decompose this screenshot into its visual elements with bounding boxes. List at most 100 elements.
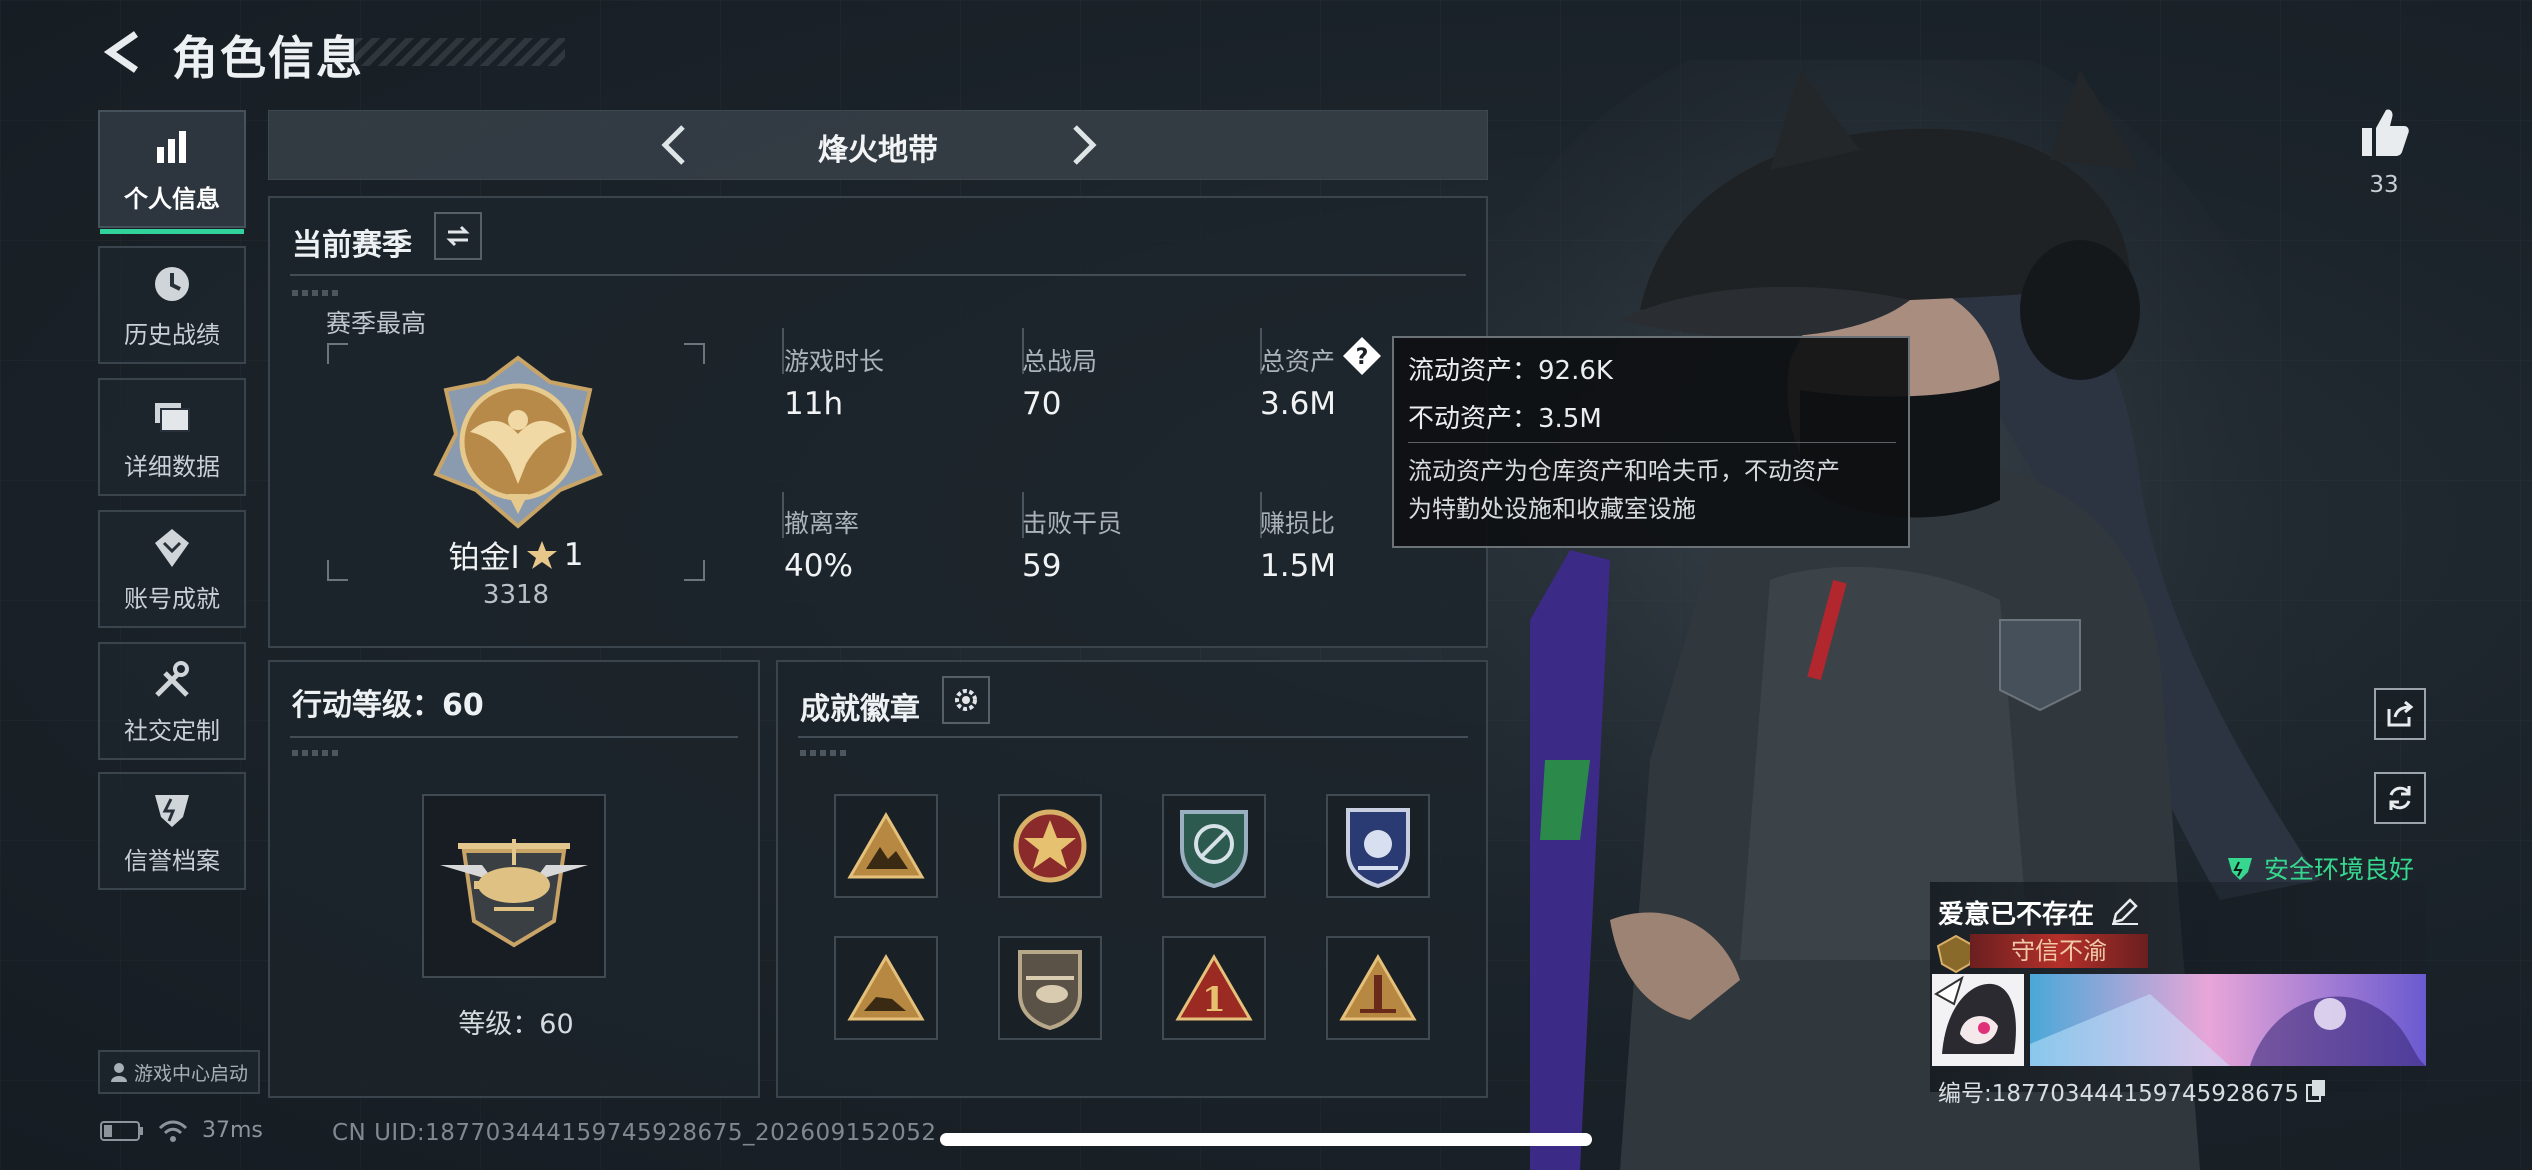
player-id-row: 编号:187703444159745928675 [1938, 1074, 2327, 1108]
achievement-badge[interactable] [1326, 936, 1430, 1040]
achievements-panel: 成就徽章 1 [776, 660, 1488, 1098]
rank-name-row: 铂金Ⅰ 1 [326, 532, 706, 577]
battery-icon [100, 1120, 143, 1141]
stat-label-playtime: 游戏时长 [784, 347, 885, 376]
decoration [800, 750, 850, 756]
sidebar-item-label: 信誉档案 [124, 846, 220, 875]
uid-text: CN UID:18770344415974592867​5_2026091520… [332, 1120, 937, 1146]
edit-icon[interactable] [2110, 896, 2140, 926]
sidebar-item-detailed-data[interactable]: 详细数据 [98, 378, 246, 496]
divider [798, 736, 1468, 738]
level-panel: 行动等级：60 等级：60 [268, 660, 760, 1098]
tooltip-note-line2: 为特勤处设施和收藏室设施 [1408, 495, 1696, 523]
achievement-icon [155, 528, 189, 567]
player-name: 爱意已不存在 [1938, 900, 2095, 930]
svg-text:1: 1 [1202, 980, 1226, 1020]
game-center-button[interactable]: 游戏中心启动 [98, 1050, 260, 1094]
tooltip-note-line1: 流动资产为仓库资产和哈夫币，不动资产 [1408, 457, 1840, 485]
rank-name: 铂金Ⅰ [448, 540, 520, 576]
help-icon[interactable]: ? [1342, 336, 1382, 376]
stat-value-profit-ratio: 1.5M [1260, 548, 1337, 584]
achievement-badge[interactable] [834, 794, 938, 898]
next-mode-arrow-icon[interactable] [1059, 121, 1107, 169]
tooltip-divider [1408, 442, 1896, 443]
avatar[interactable] [1932, 974, 2024, 1066]
copy-icon[interactable] [2305, 1079, 2327, 1103]
divider [290, 274, 1466, 276]
assets-tooltip: 流动资产：92.6K 不动资产：3.5M 流动资产为仓库资产和哈夫币，不动资产 … [1392, 336, 1910, 548]
sidebar-item-history[interactable]: 历史战绩 [98, 246, 246, 364]
season-best-label: 赛季最高 [326, 309, 427, 338]
safe-shield-icon [2228, 858, 2252, 880]
triangle-tower-badge-icon [1339, 954, 1417, 1021]
sidebar-item-label: 账号成就 [124, 584, 220, 613]
sidebar-item-reputation[interactable]: 信誉档案 [98, 772, 246, 890]
stat-label-profit-ratio: 赚损比 [1260, 509, 1336, 538]
helicopter-badge-icon [1018, 950, 1082, 1030]
game-center-label: 游戏中心启动 [133, 1062, 248, 1085]
achievements-settings-button[interactable] [942, 676, 990, 724]
achievement-badge[interactable] [1162, 794, 1266, 898]
share-icon [2387, 700, 2414, 727]
stat-label-total-assets: 总资产 [1260, 347, 1336, 376]
rank-points: 3318 [482, 580, 550, 610]
switch-arrows-icon [446, 225, 470, 247]
player-banner[interactable] [2030, 974, 2426, 1066]
decoration [292, 750, 342, 756]
folder-icon [155, 402, 190, 432]
mode-title: 烽火地带 [818, 133, 938, 168]
stat-value-total-assets: 3.6M [1260, 386, 1337, 422]
triangle-rock-badge-icon [847, 954, 925, 1021]
security-status: 安全环境良好 [2226, 850, 2414, 886]
title-decoration [355, 38, 565, 66]
status-bar: 37ms [100, 1118, 263, 1143]
back-arrow-icon[interactable] [100, 28, 148, 76]
tooltip-liquid-assets: 流动资产：92.6K [1408, 356, 1613, 386]
wifi-icon [158, 1120, 188, 1142]
season-panel: 当前赛季 赛季最高 铂金Ⅰ 1 3318 游戏时长 11h 总战局 70 总资产… [268, 196, 1488, 648]
sidebar-item-social[interactable]: 社交定制 [98, 642, 246, 760]
tooltip-fixed-assets: 不动资产：3.5M [1408, 404, 1602, 434]
stat-value-playtime: 11h [784, 386, 844, 422]
share-button[interactable] [2374, 688, 2426, 740]
triangle-one-badge-icon: 1 [1175, 954, 1253, 1021]
achievement-badge[interactable] [998, 936, 1102, 1040]
user-icon [110, 1063, 127, 1082]
blue-shield-badge-icon [1346, 808, 1410, 888]
refresh-button[interactable] [2374, 772, 2426, 824]
sidebar-item-label: 社交定制 [124, 716, 220, 745]
player-tag: 守信不渝 [1970, 934, 2148, 968]
level-emblem-frame [422, 794, 606, 978]
bar-chart-icon [157, 130, 186, 163]
achievement-badge[interactable] [1326, 794, 1430, 898]
season-switch-button[interactable] [434, 212, 482, 260]
thumbs-up-icon[interactable] [2356, 104, 2412, 160]
player-id: 编号:187703444159745928675 [1938, 1081, 2300, 1107]
achievement-badge[interactable] [834, 936, 938, 1040]
achievement-badge[interactable] [998, 794, 1102, 898]
home-indicator[interactable] [940, 1133, 1592, 1146]
ping-value: 37ms [202, 1118, 263, 1143]
level-label: 等级：60 [458, 1009, 574, 1040]
sidebar-item-label: 历史战绩 [124, 320, 220, 349]
stat-value-extract-rate: 40% [784, 548, 853, 584]
gear-icon [955, 689, 977, 711]
stat-label-total-matches: 总战局 [1022, 347, 1098, 376]
achievement-badge[interactable]: 1 [1162, 936, 1266, 1040]
clock-icon [155, 266, 189, 301]
rank-stars: 1 [563, 536, 584, 573]
page-title: 角色信息 [172, 31, 364, 85]
stat-label-extract-rate: 撤离率 [784, 509, 860, 538]
shield-icon [155, 794, 189, 827]
season-title: 当前赛季 [292, 228, 412, 263]
player-card: 爱意已不存在 守信不渝 编号:187703444159745928675 [1930, 882, 2426, 1107]
rank-star-icon [526, 540, 557, 569]
sidebar-item-achievements[interactable]: 账号成就 [98, 510, 246, 628]
rank-emblem-icon [433, 355, 603, 529]
triangle-mountain-badge-icon [847, 812, 925, 879]
divider [290, 736, 738, 738]
stat-value-kills: 59 [1022, 548, 1062, 584]
achievements-title: 成就徽章 [800, 692, 920, 727]
stat-label-kills: 击败干员 [1022, 509, 1123, 538]
sidebar-item-personal-info[interactable]: 个人信息 [98, 110, 246, 234]
